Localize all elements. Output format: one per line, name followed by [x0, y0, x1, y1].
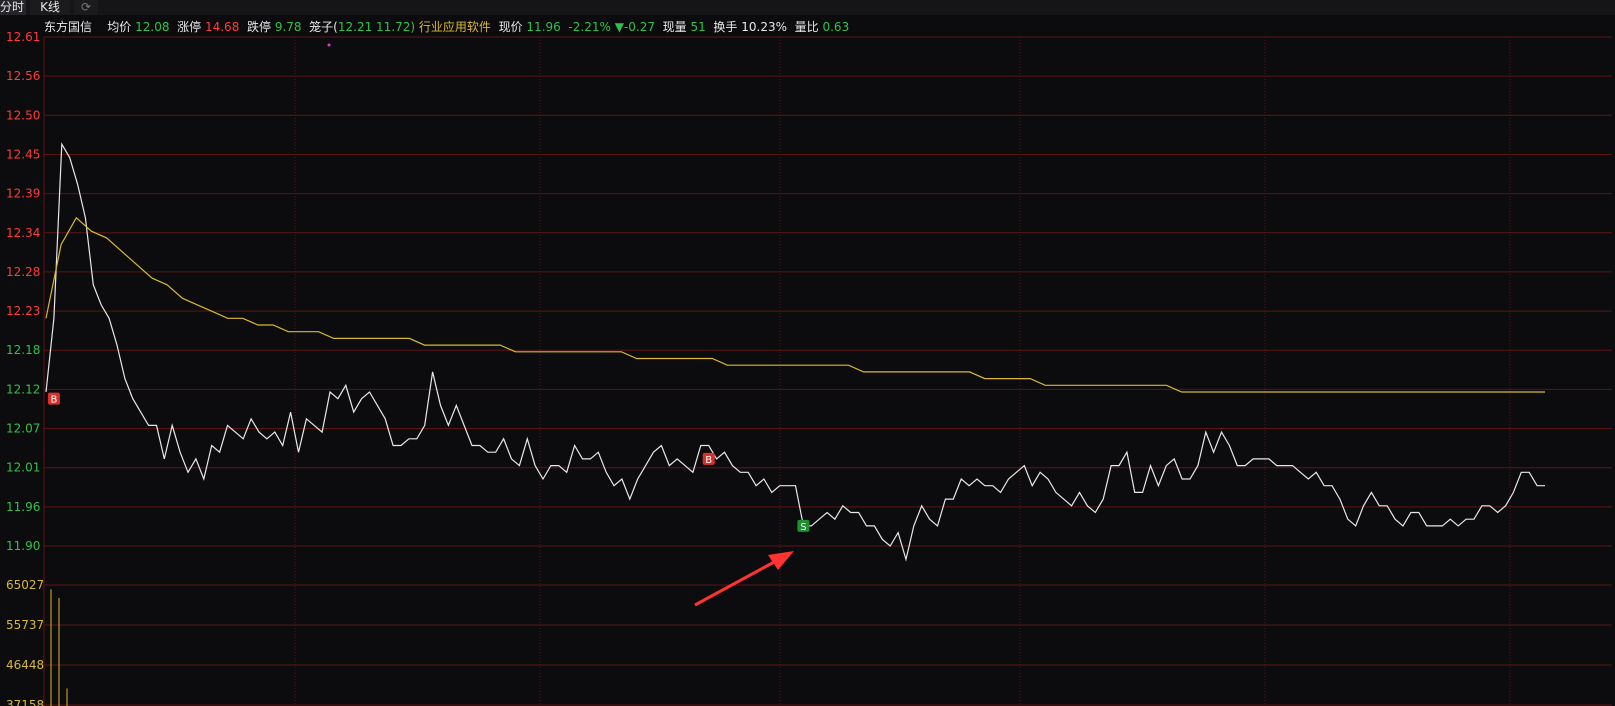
- price-tick-label: 12.39: [6, 187, 40, 201]
- price-tick-label: 12.56: [6, 69, 40, 83]
- price-tick-label: 12.61: [6, 30, 40, 44]
- average-line: [45, 216, 1545, 393]
- volume-tick-label: 55737: [6, 618, 44, 632]
- volume-tick-label: 65027: [6, 578, 44, 592]
- chart-grid: [43, 36, 1612, 706]
- price-tick-label: 12.18: [6, 343, 40, 357]
- price-tick-label: 12.07: [6, 422, 40, 436]
- price-tick-label: 12.01: [6, 461, 40, 475]
- price-tick-label: 12.23: [6, 304, 40, 318]
- price-tick-label: 11.90: [6, 539, 40, 553]
- volume-tick-label: 37158: [6, 698, 44, 706]
- volume-bars: [50, 589, 68, 706]
- volume-axis: 65027 55737 46448 37158: [6, 578, 44, 706]
- buy-marker-label: B: [50, 395, 57, 406]
- buy-marker-label: B: [705, 455, 712, 466]
- sell-marker-label: S: [800, 522, 806, 533]
- chart-lines: [45, 142, 1545, 562]
- price-axis: 12.61 12.56 12.50 12.45 12.39 12.34 12.28 12.23…: [6, 30, 40, 553]
- price-tick-label: 12.34: [6, 226, 40, 240]
- price-tick-label: 11.96: [6, 500, 40, 514]
- dot-marker: [327, 43, 331, 47]
- volume-tick-label: 46448: [6, 658, 44, 672]
- intraday-chart[interactable]: 12.61 12.56 12.50 12.45 12.39 12.34 12.28 12.23…: [0, 0, 1615, 706]
- arrow-shaft: [694, 559, 777, 607]
- price-tick-label: 12.28: [6, 265, 40, 279]
- arrow-head: [768, 551, 794, 570]
- price-tick-label: 12.50: [6, 108, 40, 122]
- price-line: [45, 142, 1545, 562]
- price-tick-label: 12.45: [6, 147, 40, 161]
- price-tick-label: 12.12: [6, 382, 40, 396]
- annotation-arrow: [694, 551, 794, 607]
